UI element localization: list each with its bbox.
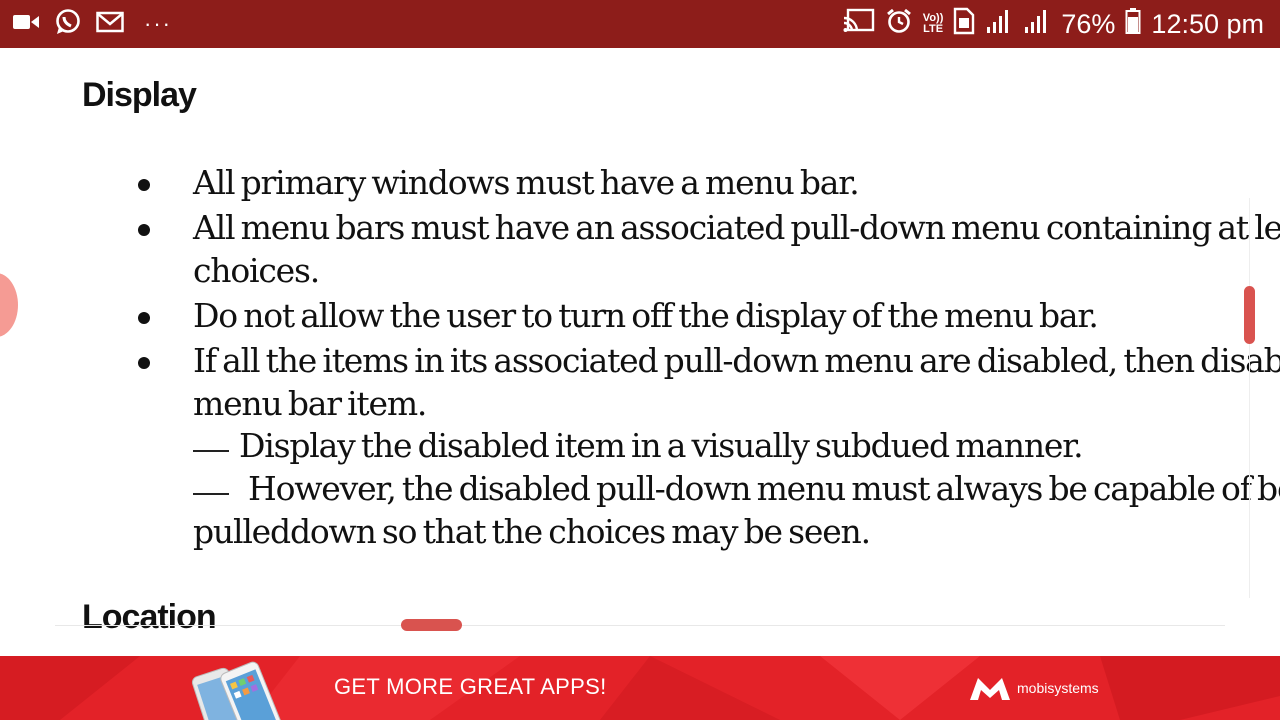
ad-banner[interactable]: GET MORE GREAT APPS! mobisystems — [0, 656, 1280, 720]
battery-icon — [1125, 7, 1141, 42]
sub-item-1-line-1: Display the disabled item in a visually … — [239, 426, 1084, 465]
vertical-scroll-track — [1249, 198, 1250, 598]
bullet-3-line-1: Do not allow the user to turn off the di… — [193, 296, 1099, 335]
ad-brand-name: mobisystems — [1017, 680, 1099, 696]
whatsapp-icon — [54, 8, 82, 41]
sub-item-2-line-2: pulleddown so that the choices may be se… — [193, 512, 871, 551]
section-heading-display: Display — [82, 76, 197, 114]
section-heading-location: Location — [82, 598, 217, 636]
ad-headline: GET MORE GREAT APPS! — [334, 674, 607, 699]
signal-icon — [985, 7, 1013, 42]
bullet-4-line-2: menu bar item. — [193, 384, 427, 423]
cast-icon — [843, 8, 875, 41]
signal-icon — [1023, 7, 1051, 42]
vertical-scrollbar-thumb[interactable] — [1244, 286, 1255, 344]
dash-icon — [193, 450, 229, 452]
phones-image — [180, 656, 300, 720]
bullet-2-line-1: All menu bars must have an associated pu… — [193, 208, 1280, 247]
mail-icon — [96, 11, 124, 38]
more-icon[interactable]: ··· — [144, 11, 172, 37]
horizontal-scrollbar-thumb[interactable] — [401, 619, 462, 631]
bullet-icon — [138, 224, 150, 236]
sub-item-2-line-1: However, the disabled pull-down menu mus… — [248, 469, 1280, 508]
floating-handle[interactable] — [0, 273, 18, 337]
dash-icon — [193, 493, 229, 495]
battery-percent: 76% — [1061, 8, 1116, 39]
bullet-1-line-1: All primary windows must have a menu bar… — [193, 163, 860, 202]
lte-label: LTE — [923, 23, 944, 35]
status-bar: ··· Vo)) LTE 76% 12:50 pm — [0, 0, 1280, 48]
clock: 12:50 pm — [1151, 8, 1264, 39]
bullet-2-line-2: choices. — [193, 251, 320, 290]
bullet-4-line-1: If all the items in its associated pull-… — [193, 341, 1280, 380]
alarm-icon — [885, 7, 913, 42]
bullet-icon — [138, 179, 150, 191]
video-icon — [12, 12, 40, 37]
bullet-icon — [138, 357, 150, 369]
document-viewer[interactable]: Display All primary windows must have a … — [0, 48, 1280, 656]
volte-icon: Vo)) LTE — [923, 13, 944, 35]
sim-icon — [953, 7, 975, 42]
bullet-icon — [138, 312, 150, 324]
horizontal-scroll-track — [55, 625, 1225, 626]
mobisystems-logo-icon — [968, 676, 1012, 707]
